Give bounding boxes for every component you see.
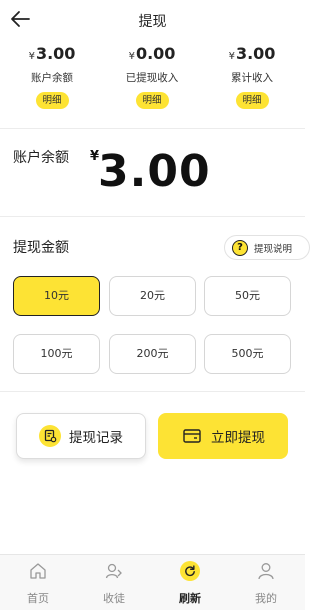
tab-mine[interactable]: 我的 [228, 561, 304, 606]
withdraw-record-button[interactable]: 提现记录 [16, 413, 146, 459]
invite-icon [105, 563, 122, 579]
stat-label: 账户余额 [31, 72, 73, 84]
divider [0, 216, 305, 217]
tab-label: 首页 [27, 592, 49, 605]
stat-label: 累计收入 [231, 72, 273, 84]
page-title: 提现 [138, 14, 167, 30]
amount-option-10[interactable]: 10元 [13, 276, 100, 316]
tab-label: 我的 [255, 592, 277, 605]
amount-option-50[interactable]: 50元 [204, 276, 291, 316]
detail-button[interactable]: 明细 [35, 92, 69, 109]
stat-amount: 3.00 [235, 44, 276, 63]
withdraw-page: 提现 ¥ 3.00 账户余额 明细 ¥ 0.00 已提现收入 明细 ¥ 3.00… [0, 0, 310, 610]
amount-option-20[interactable]: 20元 [109, 276, 196, 316]
home-icon [30, 563, 46, 579]
stat-withdrawn: ¥ 0.00 已提现收入 明细 [102, 44, 202, 109]
stat-balance: ¥ 3.00 账户余额 明细 [2, 44, 102, 109]
stats-row: ¥ 3.00 账户余额 明细 ¥ 0.00 已提现收入 明细 ¥ 3.00 累计… [0, 44, 305, 122]
divider [0, 128, 305, 129]
wallet-icon [183, 429, 201, 443]
amount-option-200[interactable]: 200元 [109, 334, 196, 374]
withdraw-record-label: 提现记录 [69, 430, 123, 446]
withdraw-amount-label: 提现金额 [13, 240, 69, 256]
withdraw-explain-button[interactable]: ? 提现说明 [224, 235, 310, 260]
amount-option-100[interactable]: 100元 [13, 334, 100, 374]
stat-currency: ¥ [128, 51, 135, 62]
tab-label: 刷新 [179, 592, 201, 605]
stat-total: ¥ 3.00 累计收入 明细 [202, 44, 302, 109]
header: 提现 [0, 0, 305, 40]
balance-amount: 3.00 [98, 146, 211, 197]
detail-button[interactable]: 明细 [235, 92, 269, 109]
detail-button[interactable]: 明细 [135, 92, 169, 109]
stat-currency: ¥ [228, 51, 235, 62]
withdraw-now-button[interactable]: 立即提现 [158, 413, 288, 459]
tab-refresh[interactable]: 刷新 [152, 561, 228, 606]
withdraw-now-label: 立即提现 [211, 430, 265, 446]
tab-home[interactable]: 首页 [0, 561, 76, 606]
record-icon [39, 425, 61, 447]
tab-invite[interactable]: 收徒 [76, 561, 152, 606]
stat-amount: 0.00 [135, 44, 176, 63]
tab-label: 收徒 [103, 592, 125, 605]
withdraw-explain-label: 提现说明 [254, 243, 293, 255]
user-icon [258, 563, 274, 580]
tab-bar: 首页 收徒 刷新 我的 [0, 554, 305, 610]
stat-currency: ¥ [28, 51, 35, 62]
question-icon: ? [232, 239, 248, 256]
stat-label: 已提现收入 [125, 72, 179, 84]
amount-option-500[interactable]: 500元 [204, 334, 291, 374]
balance-label: 账户余额 [13, 150, 69, 166]
stat-amount: 3.00 [35, 44, 76, 63]
refresh-icon [180, 561, 200, 581]
divider [0, 391, 305, 392]
